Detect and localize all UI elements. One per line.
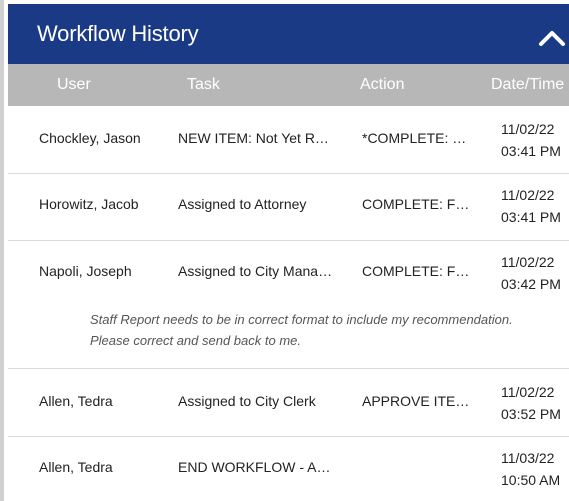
- history-row[interactable]: Allen, Tedra END WORKFLOW - A… 11/03/22 1…: [8, 437, 569, 501]
- row-action: *COMPLETE: …: [362, 130, 467, 146]
- row-task: END WORKFLOW - A…: [178, 459, 331, 475]
- history-row[interactable]: Napoli, Joseph Assigned to City Mana… CO…: [8, 241, 569, 369]
- row-user: Allen, Tedra: [39, 393, 113, 409]
- row-user: Allen, Tedra: [39, 459, 113, 475]
- row-time: 10:50 AM: [501, 472, 561, 488]
- history-row[interactable]: Allen, Tedra Assigned to City Clerk APPR…: [8, 369, 569, 437]
- row-time: 03:52 PM: [501, 406, 561, 422]
- row-task: Assigned to City Clerk: [178, 393, 316, 409]
- row-date: 11/02/22: [501, 254, 555, 270]
- history-list: Chockley, Jason NEW ITEM: Not Yet R… *CO…: [8, 106, 569, 501]
- row-time: 03:41 PM: [501, 143, 561, 159]
- row-action: COMPLETE: F…: [362, 263, 470, 279]
- row-action: COMPLETE: F…: [362, 196, 470, 212]
- row-user: Horowitz, Jacob: [39, 196, 139, 212]
- panel-title: Workflow History: [37, 21, 199, 46]
- row-task: Assigned to City Mana…: [178, 263, 333, 279]
- row-comment: Staff Report needs to be in correct form…: [90, 312, 513, 348]
- column-header-row: User Task Action Date/Time: [8, 64, 569, 106]
- workflow-history-panel: Workflow History User Task Action Date/T…: [0, 0, 569, 501]
- row-date: 11/02/22: [501, 121, 555, 137]
- row-task: Assigned to Attorney: [178, 196, 307, 212]
- row-task: NEW ITEM: Not Yet R…: [178, 130, 329, 146]
- row-datetime: 11/02/22 03:41 PM: [501, 118, 569, 162]
- row-datetime: 11/02/22 03:52 PM: [501, 381, 569, 425]
- row-time: 03:41 PM: [501, 209, 561, 225]
- chevron-up-icon: [539, 31, 565, 46]
- panel-header: Workflow History: [8, 4, 569, 64]
- row-date: 11/02/22: [501, 384, 555, 400]
- row-datetime: 11/02/22 03:41 PM: [501, 184, 569, 228]
- column-header-user[interactable]: User: [57, 76, 91, 94]
- row-action: APPROVE ITE…: [362, 393, 470, 409]
- column-header-datetime[interactable]: Date/Time: [491, 76, 564, 94]
- row-date: 11/03/22: [501, 450, 555, 466]
- row-user: Chockley, Jason: [39, 130, 141, 146]
- history-row[interactable]: Horowitz, Jacob Assigned to Attorney COM…: [8, 174, 569, 241]
- row-date: 11/02/22: [501, 187, 555, 203]
- collapse-button[interactable]: [533, 22, 569, 52]
- column-header-task[interactable]: Task: [187, 76, 220, 94]
- row-time: 03:42 PM: [501, 276, 561, 292]
- column-header-action[interactable]: Action: [360, 76, 404, 94]
- row-datetime: 11/03/22 10:50 AM: [501, 447, 569, 491]
- row-datetime: 11/02/22 03:42 PM: [501, 251, 569, 295]
- row-user: Napoli, Joseph: [39, 263, 132, 279]
- history-row[interactable]: Chockley, Jason NEW ITEM: Not Yet R… *CO…: [8, 106, 569, 174]
